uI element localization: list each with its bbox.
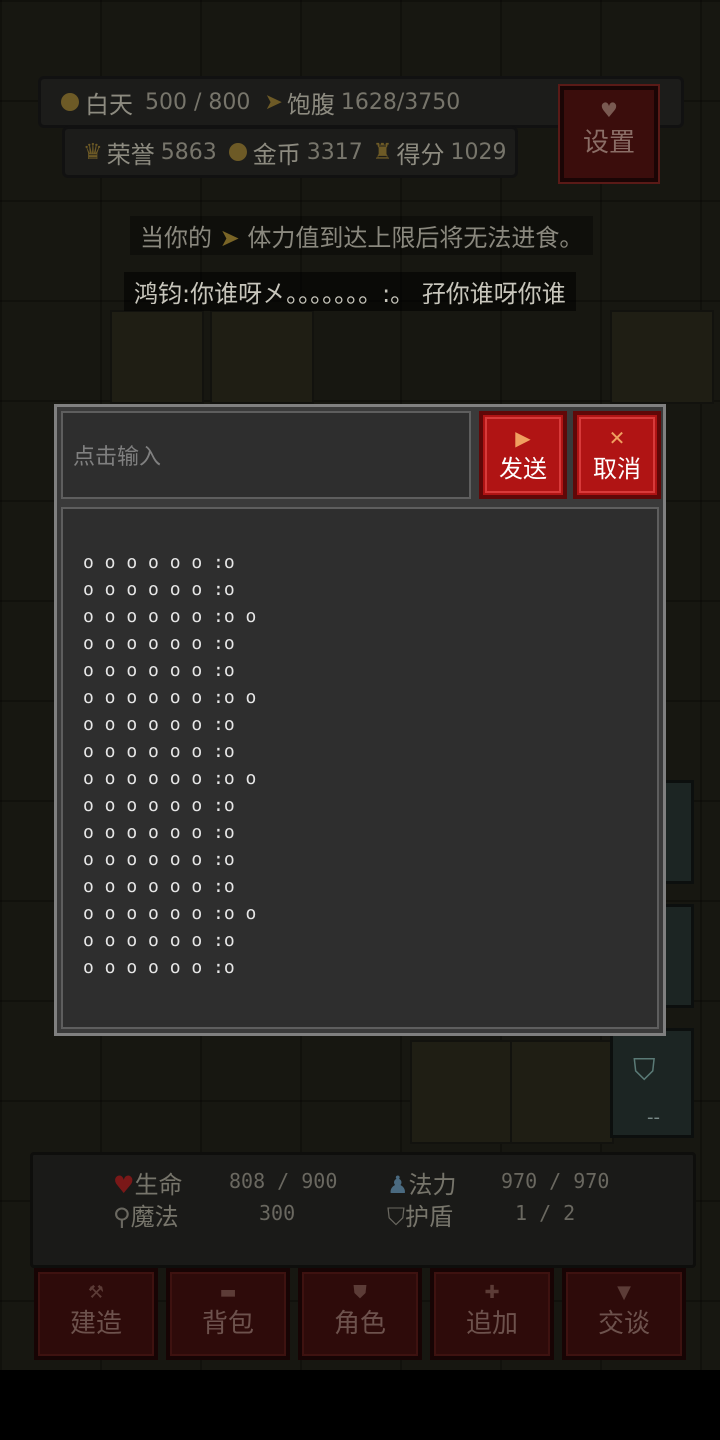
tip-message: 当你的 ➤ 体力值到达上限后将无法进食。: [130, 216, 594, 255]
x-icon: ✕: [608, 426, 626, 450]
life-label: 生命: [134, 1171, 183, 1199]
menu-build-button[interactable]: ⚒ 建造: [34, 1268, 158, 1360]
triangle-right-icon: ▶: [515, 426, 531, 450]
tip-prefix: 当你的: [140, 224, 212, 252]
menu-label: 建造: [69, 1309, 122, 1339]
honor-label: 荣誉: [106, 140, 155, 169]
day-value: 500 / 800: [145, 89, 251, 115]
shield-label: 护盾: [405, 1203, 453, 1231]
message-line: o o o o o o :o: [83, 930, 235, 951]
bag-icon: ▬: [219, 1282, 237, 1303]
send-label: 发送: [499, 455, 547, 483]
message-line: o o o o o o :o: [83, 849, 235, 870]
mana-value: 970 / 970: [501, 1169, 610, 1193]
cancel-button[interactable]: ✕ 取消: [573, 411, 661, 499]
game-screen: 白天 500 / 800 ➤ 饱腹 1628/3750 ♛ 荣誉 5863 金币…: [0, 0, 720, 1370]
message-line: o o o o o o :o: [83, 633, 235, 654]
heart-icon: ♥: [600, 98, 618, 122]
chat-message: 鸿钧:你谁呀㐅。。。。。。。:。 孖你谁呀你谁: [124, 272, 576, 311]
settings-label: 设置: [582, 128, 635, 158]
crown-icon: ♛: [83, 139, 103, 165]
menu-talk-button[interactable]: ▼ 交谈: [562, 1268, 686, 1360]
honor-value: 5863: [160, 139, 217, 165]
message-line: o o o o o o :o: [83, 741, 235, 762]
life-stat: ♥生命: [113, 1165, 183, 1200]
chat-input-dialog: 点击输入 ▶ 发送 ✕ 取消 o o o o o o :o o o o o o o…: [54, 404, 666, 1036]
menu-label: 追加: [465, 1309, 518, 1339]
message-line: o o o o o o :o: [83, 552, 235, 573]
lightning-icon: ➤: [219, 224, 240, 252]
message-line: o o o o o o :o: [83, 660, 235, 681]
gold-value: 3317: [306, 139, 363, 165]
shield-stat: ⛉护盾: [387, 1197, 453, 1232]
menu-bag-button[interactable]: ▬ 背包: [166, 1268, 290, 1360]
magic-stat: ⚲魔法: [113, 1197, 179, 1232]
message-line: o o o o o o :o: [83, 714, 235, 735]
mana-label: 法力: [408, 1171, 457, 1199]
magic-value: 300: [259, 1201, 296, 1225]
message-line: o o o o o o :o o: [83, 768, 257, 789]
message-line: o o o o o o :o o: [83, 606, 257, 627]
menu-extra-button[interactable]: ✚ 追加: [430, 1268, 554, 1360]
cancel-label: 取消: [593, 455, 641, 483]
menu-character-button[interactable]: ⛊ 角色: [298, 1268, 422, 1360]
send-button[interactable]: ▶ 发送: [479, 411, 567, 499]
coin-icon: [228, 143, 247, 161]
magic-icon: ⚲: [113, 1203, 131, 1231]
menu-label: 背包: [201, 1309, 254, 1339]
day-label: 白天: [85, 90, 133, 119]
trophy-icon: ♜: [372, 139, 393, 165]
score-label: 得分: [396, 140, 445, 169]
message-line: o o o o o o :o: [83, 822, 235, 843]
satiety-value: 1628/3750: [340, 89, 461, 115]
potion-icon: ♟: [387, 1171, 409, 1199]
score-value: 1029: [450, 139, 507, 165]
message-line: o o o o o o :o: [83, 579, 235, 600]
life-value: 808 / 900: [229, 1169, 338, 1193]
speech-bubble-icon: ▼: [617, 1282, 631, 1303]
lightning-icon: ➤: [264, 89, 283, 115]
shield-slot[interactable]: ⛉ --: [610, 1028, 694, 1138]
message-preview[interactable]: o o o o o o :o o o o o o o :o o o o o o o …: [61, 507, 659, 1029]
message-line: o o o o o o :o o: [83, 687, 257, 708]
tip-suffix: 体力值到达上限后将无法进食。: [247, 224, 584, 252]
player-stats-panel: ♥生命 808 / 900 ♟法力 970 / 970 ⚲魔法 300 ⛉护盾 …: [30, 1152, 696, 1268]
shield-slot-value: --: [647, 1107, 660, 1128]
chat-input[interactable]: 点击输入: [61, 411, 471, 499]
message-line: o o o o o o :o o: [83, 903, 257, 924]
magic-label: 魔法: [130, 1203, 179, 1231]
menu-label: 交谈: [597, 1309, 650, 1339]
shield-icon: ⛊: [353, 1282, 367, 1303]
message-line: o o o o o o :o: [83, 876, 235, 897]
plus-icon: ✚: [484, 1282, 500, 1303]
honor-gold-score-bar: ♛ 荣誉 5863 金币 3317 ♜ 得分 1029: [62, 126, 518, 178]
gold-label: 金币: [252, 140, 301, 169]
shield-icon: ⛉: [633, 1053, 656, 1088]
message-line: o o o o o o :o: [83, 957, 235, 978]
mana-stat: ♟法力: [387, 1165, 457, 1200]
menu-label: 角色: [333, 1309, 386, 1339]
message-line: o o o o o o :o: [83, 795, 235, 816]
shield-value: 1 / 2: [515, 1201, 576, 1225]
settings-button[interactable]: ♥ 设置: [558, 84, 660, 184]
satiety-label: 饱腹: [286, 90, 335, 119]
sun-icon: [61, 93, 79, 111]
shield-icon: ⛉: [387, 1203, 405, 1231]
heart-icon: ♥: [113, 1171, 135, 1199]
hammer-icon: ⚒: [87, 1282, 105, 1303]
